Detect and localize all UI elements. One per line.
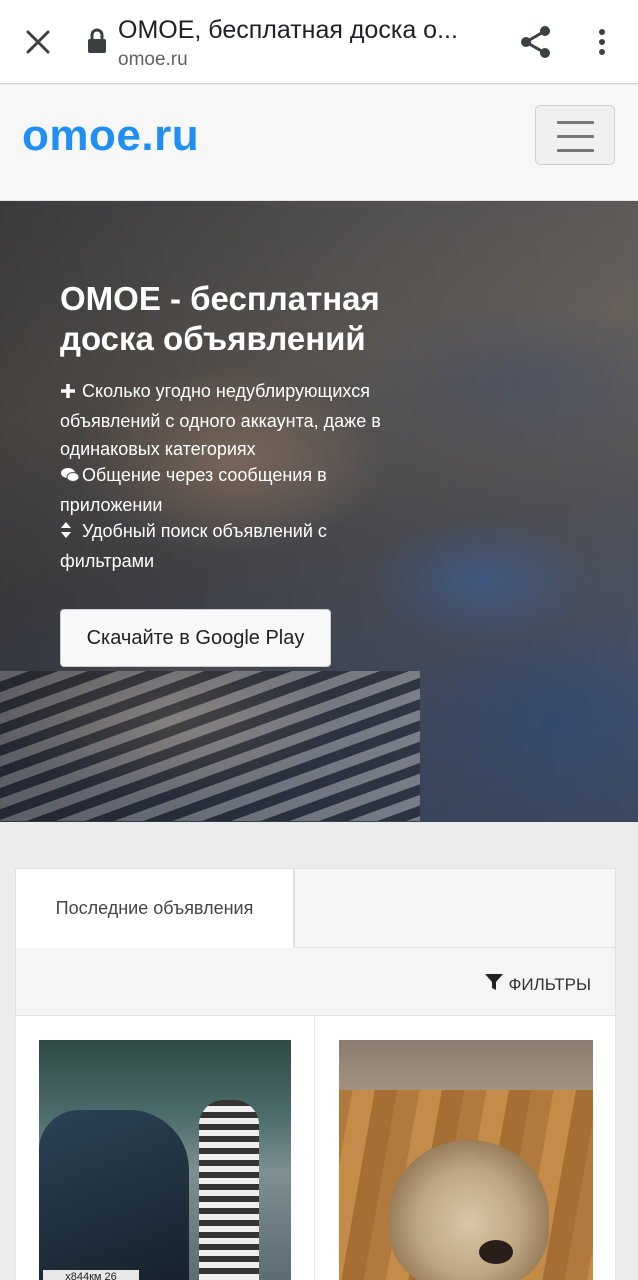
chat-icon [60, 463, 80, 491]
funnel-icon [484, 972, 504, 997]
feature-item: Сколько угодно недублирующихся объявлени… [60, 377, 410, 463]
feature-item: Удобный поиск объявлений с фильтрами [60, 517, 410, 575]
page-url: omoe.ru [118, 49, 188, 70]
more-vert-icon[interactable] [584, 22, 620, 62]
browser-toolbar: ОМОЕ, бесплатная доска о... omoe.ru [0, 0, 638, 84]
hamburger-icon[interactable] [535, 105, 615, 165]
feature-item: Общение через сообщения в приложении [60, 461, 410, 519]
feature-text: Сколько угодно недублирующихся объявлени… [60, 381, 381, 459]
hero-title: ОМОЕ - бесплатная доска объявлений [60, 280, 380, 357]
site-logo[interactable]: omoe.ru [22, 111, 199, 161]
license-plate: х844км 26 [43, 1270, 139, 1280]
page-title: ОМОЕ, бесплатная доска о... [118, 16, 458, 44]
plus-icon [60, 379, 78, 407]
listing-card-image[interactable]: х844км 26 [39, 1040, 291, 1280]
filter-bar: ФИЛЬТРЫ [15, 947, 616, 1016]
filters-label: ФИЛЬТРЫ [508, 974, 591, 994]
sort-icon [60, 519, 78, 547]
feature-text: Удобный поиск объявлений с фильтрами [60, 521, 327, 571]
tab-latest-listings[interactable]: Последние объявления [15, 868, 294, 948]
tab-bar-filler [294, 868, 616, 948]
listing-card-image[interactable] [339, 1040, 593, 1280]
feature-text: Общение через сообщения в приложении [60, 465, 327, 515]
google-play-button[interactable]: Скачайте в Google Play [60, 609, 331, 667]
share-icon[interactable] [514, 22, 558, 62]
site-header: omoe.ru [0, 85, 638, 201]
hero-banner: ОМОЕ - бесплатная доска объявлений Сколь… [0, 201, 638, 822]
close-icon[interactable] [18, 22, 58, 62]
lock-icon [87, 28, 107, 54]
filters-button[interactable]: ФИЛЬТРЫ [484, 972, 591, 997]
